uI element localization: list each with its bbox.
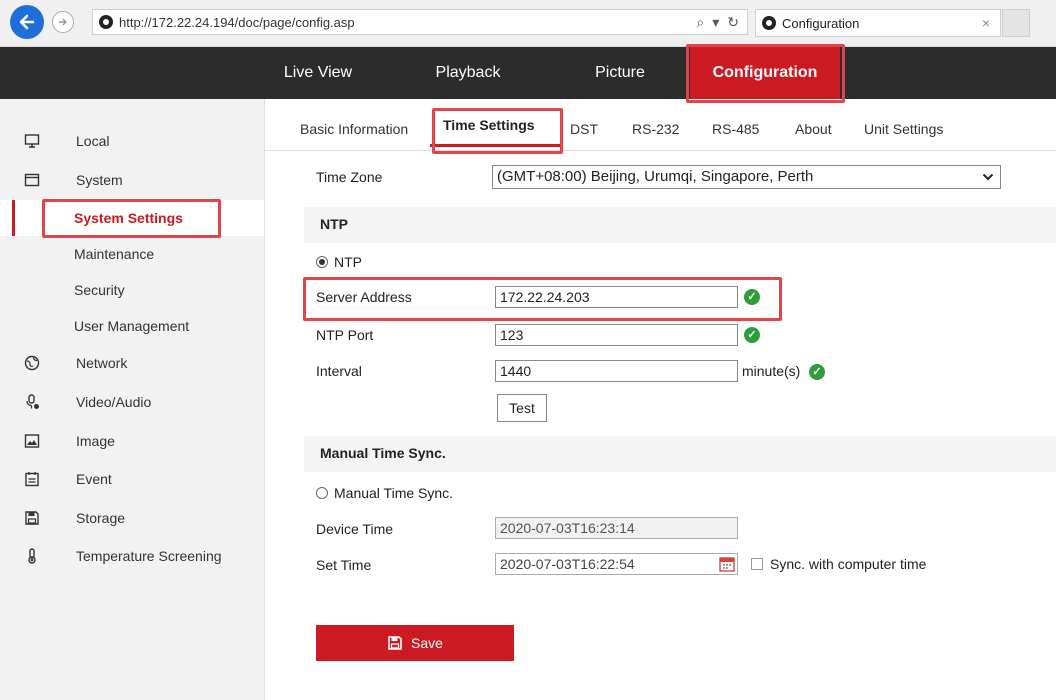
- sidebar-item-label: User Management: [74, 318, 190, 334]
- monitor-icon: [24, 133, 40, 149]
- sidebar-item-label: Temperature Screening: [76, 548, 222, 564]
- time-zone-label: Time Zone: [316, 169, 383, 185]
- sidebar-item-label: System Settings: [74, 210, 183, 226]
- test-button[interactable]: Test: [497, 394, 547, 422]
- thermometer-icon: [24, 548, 40, 564]
- tab-title: Configuration: [782, 15, 860, 31]
- refresh-icon[interactable]: ↻: [727, 14, 739, 31]
- close-icon[interactable]: ×: [982, 15, 1000, 31]
- sidebar-item-label: Video/Audio: [76, 394, 152, 410]
- sidebar-item-video-audio[interactable]: Video/Audio: [0, 384, 264, 420]
- browser-tab[interactable]: Configuration ×: [755, 9, 1001, 37]
- back-button[interactable]: [10, 5, 44, 39]
- sidebar-item-temperature-screening[interactable]: Temperature Screening: [0, 538, 264, 574]
- check-circle-icon: ✓: [744, 327, 760, 343]
- server-address-label: Server Address: [316, 289, 412, 305]
- ntp-port-label: NTP Port: [316, 327, 374, 343]
- ntp-radio-label: NTP: [334, 254, 362, 270]
- sidebar-item-label: Local: [76, 133, 110, 149]
- forward-button[interactable]: [52, 11, 74, 33]
- sidebar-item-label: Storage: [76, 510, 126, 526]
- sync-computer-time-checkbox[interactable]: [751, 558, 763, 570]
- active-tab-underline: [430, 144, 560, 147]
- set-time-input[interactable]: 2020-07-03T16:22:54: [495, 553, 738, 575]
- window-icon: [24, 172, 40, 188]
- address-url: http://172.22.24.194/doc/page/config.asp: [119, 14, 355, 30]
- server-address-input[interactable]: 172.22.24.203: [495, 286, 738, 308]
- nav-live-view[interactable]: Live View: [268, 47, 368, 99]
- sidebar-item-label: Event: [76, 471, 112, 487]
- manual-section-header: Manual Time Sync.: [304, 436, 1056, 472]
- check-circle-icon: ✓: [744, 289, 760, 305]
- interval-unit: minute(s): [742, 363, 801, 379]
- arrow-right-icon: [59, 18, 67, 26]
- nav-configuration[interactable]: Configuration: [690, 47, 840, 99]
- tab-rs-232[interactable]: RS-232: [632, 110, 679, 148]
- browser-toolbar: http://172.22.24.194/doc/page/config.asp…: [0, 0, 1056, 47]
- tab-unit-settings[interactable]: Unit Settings: [864, 110, 943, 148]
- set-time-label: Set Time: [316, 557, 372, 573]
- subtab-bar: Basic Information Time Settings DST RS-2…: [265, 110, 1056, 151]
- sidebar-item-user-management[interactable]: User Management: [0, 308, 264, 344]
- sync-computer-time-label: Sync. with computer time: [770, 556, 927, 572]
- device-time-field: 2020-07-03T16:23:14: [495, 517, 738, 539]
- tab-dst[interactable]: DST: [570, 110, 598, 148]
- ntp-port-input[interactable]: 123: [495, 324, 738, 346]
- manual-time-sync-label: Manual Time Sync.: [334, 485, 454, 501]
- chevron-down-icon: [982, 173, 994, 181]
- tab-about[interactable]: About: [795, 110, 832, 148]
- date-picker-icon[interactable]: [719, 556, 735, 572]
- time-zone-value: (GMT+08:00) Beijing, Urumqi, Singapore, …: [497, 168, 814, 185]
- tab-rs-485[interactable]: RS-485: [712, 110, 759, 148]
- sidebar-item-label: Network: [76, 355, 128, 371]
- floppy-icon: [24, 510, 40, 526]
- image-icon: [24, 433, 40, 449]
- search-icon[interactable]: ⌕: [696, 14, 704, 31]
- globe-icon: [24, 355, 40, 371]
- sidebar-item-label: Security: [74, 282, 125, 298]
- manual-section-title: Manual Time Sync.: [320, 445, 446, 461]
- floppy-icon: [388, 636, 402, 650]
- tab-favicon: [762, 16, 776, 30]
- device-time-label: Device Time: [316, 521, 394, 537]
- ntp-radio[interactable]: [316, 256, 328, 268]
- calendar-icon: [24, 471, 40, 487]
- sidebar-item-security[interactable]: Security: [0, 272, 264, 308]
- ntp-section-title: NTP: [320, 216, 348, 232]
- address-bar[interactable]: http://172.22.24.194/doc/page/config.asp…: [92, 9, 748, 35]
- sidebar-item-storage[interactable]: Storage: [0, 500, 264, 536]
- save-button[interactable]: Save: [316, 625, 514, 661]
- site-icon: [99, 15, 113, 29]
- sidebar-item-image[interactable]: Image: [0, 423, 264, 459]
- nav-picture[interactable]: Picture: [570, 47, 670, 99]
- time-zone-select[interactable]: (GMT+08:00) Beijing, Urumqi, Singapore, …: [492, 165, 1001, 189]
- interval-input[interactable]: 1440: [495, 360, 738, 382]
- manual-time-sync-radio[interactable]: [316, 487, 328, 499]
- new-tab-button[interactable]: [1002, 9, 1030, 37]
- sidebar-item-local[interactable]: Local: [0, 123, 264, 159]
- sidebar-item-label: Image: [76, 433, 115, 449]
- sidebar-item-event[interactable]: Event: [0, 461, 264, 497]
- sidebar-item-maintenance[interactable]: Maintenance: [0, 236, 264, 272]
- tab-basic-information[interactable]: Basic Information: [300, 110, 408, 148]
- save-label: Save: [411, 635, 443, 651]
- nav-playback[interactable]: Playback: [418, 47, 518, 99]
- sidebar: Local System System Settings Maintenance…: [0, 99, 265, 700]
- ntp-section-header: NTP: [304, 207, 1056, 243]
- sidebar-item-label: System: [76, 172, 123, 188]
- arrow-left-icon: [19, 14, 35, 30]
- sidebar-item-system-settings[interactable]: System Settings: [0, 200, 264, 236]
- chevron-down-icon[interactable]: ▾: [712, 14, 719, 31]
- check-circle-icon: ✓: [809, 364, 825, 380]
- active-marker: [12, 200, 15, 236]
- sidebar-item-system[interactable]: System: [0, 162, 264, 198]
- tab-time-settings[interactable]: Time Settings: [443, 106, 535, 144]
- microphone-icon: [24, 394, 40, 410]
- interval-label: Interval: [316, 363, 362, 379]
- sidebar-item-label: Maintenance: [74, 246, 155, 262]
- top-navigation: Live View Playback Picture Configuration: [0, 47, 1056, 99]
- sidebar-item-network[interactable]: Network: [0, 345, 264, 381]
